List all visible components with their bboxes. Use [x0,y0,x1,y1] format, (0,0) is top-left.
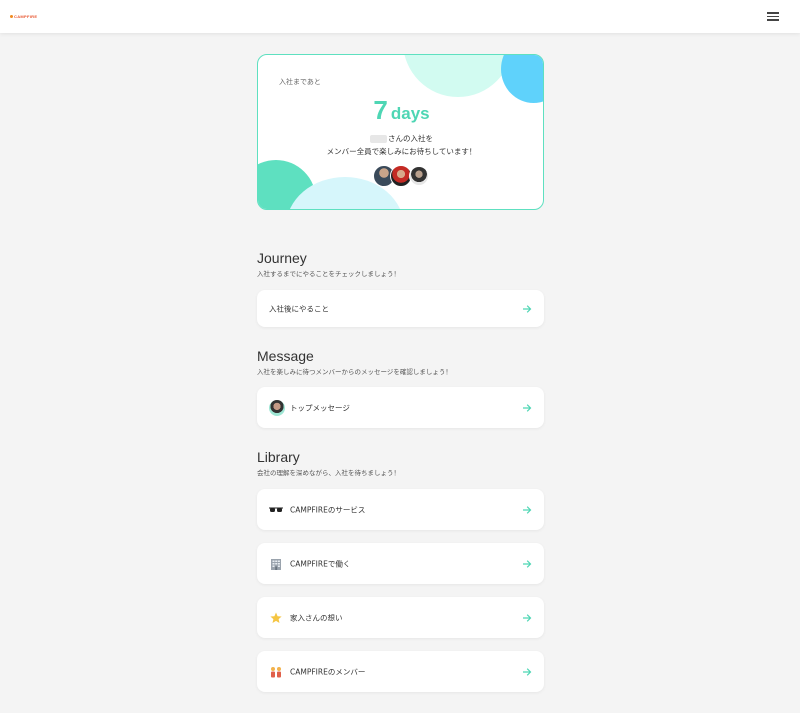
campfire-logo[interactable]: CAMPFIRE [10,14,37,19]
welcome-message: さんの入社を メンバー全員で楽しみにお待ちしています！ [326,134,477,156]
blurred-name [370,135,387,143]
avatar [269,399,285,416]
journey-card-after-joining[interactable]: 入社後にやること [257,290,544,327]
star-icon [270,612,282,623]
arrow-right-icon [523,304,532,313]
countdown-days: 7 days [258,95,543,126]
journey-title: Journey [257,250,307,266]
decorative-circle [403,55,513,97]
arrow-right-icon [523,559,532,568]
library-title: Library [257,449,300,465]
arrow-right-icon [523,505,532,514]
journey-subtitle: 入社するまでにやることをチェックしましょう！ [257,270,400,278]
avatar [409,166,429,186]
arrow-right-icon [523,667,532,676]
card-label: 入社後にやること [269,304,329,313]
people-icon [271,666,281,677]
card-label: CAMPFIREで働く [290,559,351,568]
card-label: CAMPFIREのサービス [290,505,366,514]
office-building-icon [271,558,281,570]
message-subtitle: 入社を楽しみに待つメンバーからのメッセージを確認しましょう！ [257,368,452,376]
hamburger-menu-icon[interactable] [767,12,779,21]
message-title: Message [257,348,314,364]
days-number: 7 [373,95,388,125]
top-bar: CAMPFIRE [0,0,800,33]
countdown-card: 入社まであと 7 days さんの入社を メンバー全員で楽しみにお待ちしています！ [257,54,544,210]
library-card-members[interactable]: CAMPFIREのメンバー [257,651,544,692]
countdown-label: 入社まであと [279,78,321,86]
arrow-right-icon [523,403,532,412]
arrow-right-icon [523,613,532,622]
library-card-work[interactable]: CAMPFIREで働く [257,543,544,584]
library-card-services[interactable]: CAMPFIREのサービス [257,489,544,530]
card-label: 家入さんの想い [290,613,343,622]
library-card-thoughts[interactable]: 家入さんの想い [257,597,544,638]
library-subtitle: 会社の理解を深めながら、入社を待ちましょう！ [257,469,400,477]
sunglasses-icon [269,507,283,512]
days-unit: days [390,104,430,123]
message-card-top-message[interactable]: トップメッセージ [257,387,544,428]
card-label: CAMPFIREのメンバー [290,667,366,676]
card-label: トップメッセージ [290,403,350,412]
